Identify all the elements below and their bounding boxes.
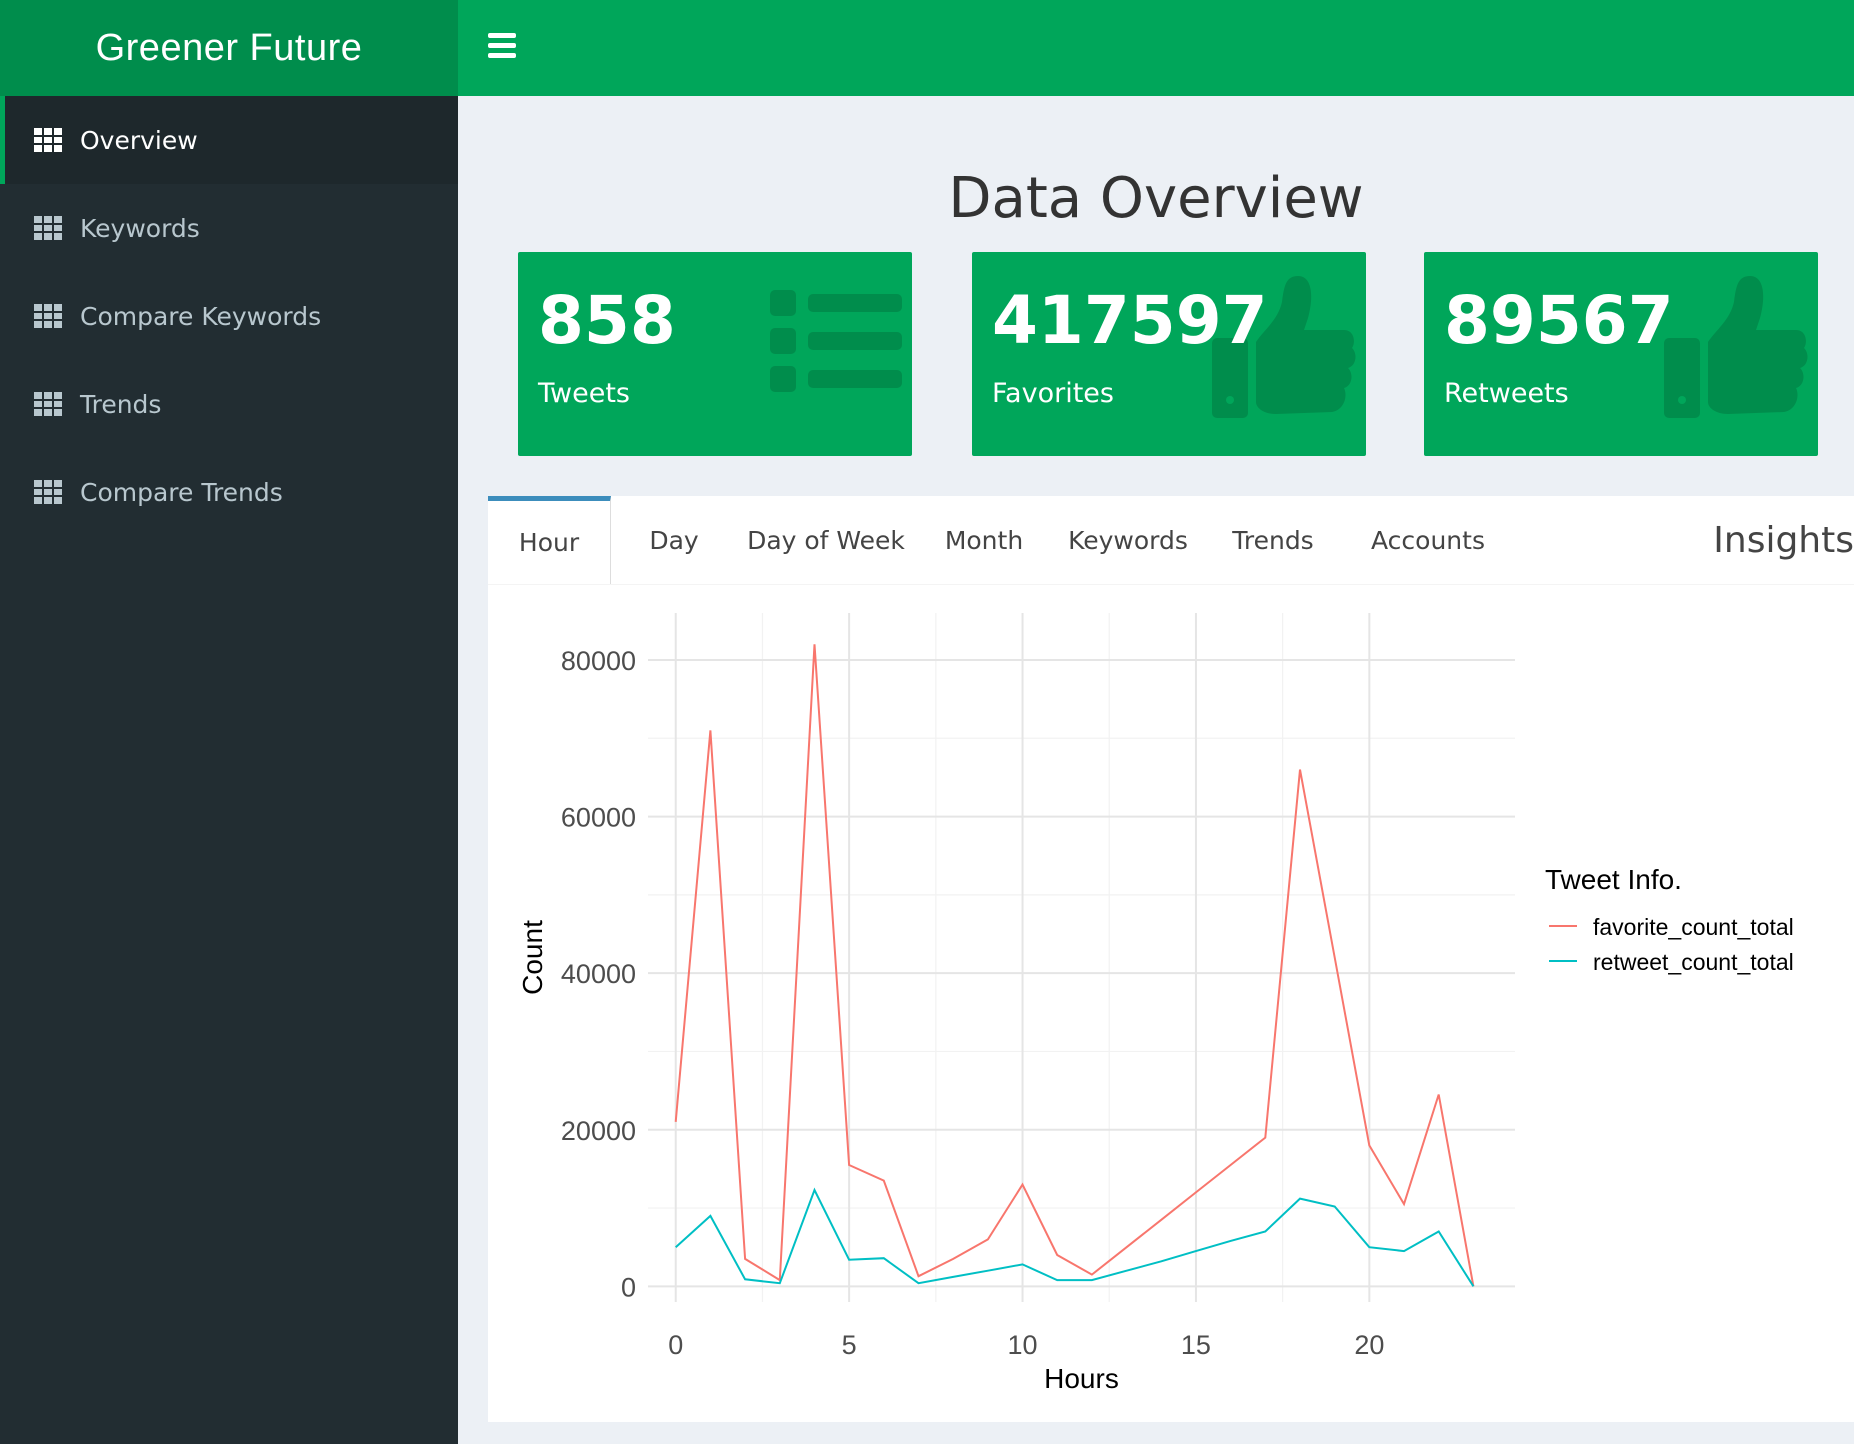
hourly-line-chart: 0 5 10 15 20 0 20000 40000 60000 80000 Hours Count T… — [517, 613, 1794, 1394]
thumbs-up-icon — [1664, 276, 1808, 418]
top-navbar — [458, 0, 1854, 96]
y-tick-label: 20000 — [561, 1116, 636, 1146]
brand-logo[interactable]: Greener Future — [0, 0, 458, 96]
grid-icon — [34, 304, 62, 328]
series-line-retweet-count-total — [675, 1187, 1475, 1287]
grid-icon — [34, 480, 62, 504]
retweets-value-box: 89567 Retweets — [1424, 252, 1818, 456]
x-axis-title: Hours — [1044, 1363, 1119, 1394]
value-box-label: Tweets — [538, 378, 630, 409]
tab-keywords[interactable]: Keywords — [1054, 496, 1202, 584]
sidebar-item-trends[interactable]: Trends — [0, 360, 458, 448]
sidebar-item-label: Compare Trends — [80, 477, 283, 507]
page-title: Data Overview — [948, 166, 1364, 231]
tab-day[interactable]: Day — [610, 496, 738, 584]
grid-icon — [34, 392, 62, 416]
x-tick-label: 0 — [668, 1330, 683, 1360]
sidebar-item-label: Compare Keywords — [80, 301, 322, 331]
tab-accounts[interactable]: Accounts — [1344, 496, 1512, 584]
favorites-value-box: 417597 Favorites — [972, 252, 1366, 456]
tab-trends[interactable]: Trends — [1202, 496, 1344, 584]
sidebar-item-overview[interactable]: Overview — [0, 96, 458, 184]
main-content: Data Overview 858 Tweets 417597 Favorite… — [458, 96, 1854, 1444]
sidebar-item-label: Overview — [80, 125, 198, 155]
sidebar-item-compare-trends[interactable]: Compare Trends — [0, 448, 458, 536]
tweets-value-box: 858 Tweets — [518, 252, 912, 456]
series-line-favorite-count-total — [674, 644, 1475, 1287]
sidebar-item-keywords[interactable]: Keywords — [0, 184, 458, 272]
sidebar-item-compare-keywords[interactable]: Compare Keywords — [0, 272, 458, 360]
legend-label: favorite_count_total — [1593, 914, 1794, 940]
grid-icon — [34, 128, 62, 152]
x-tick-label: 10 — [1008, 1330, 1038, 1360]
value-box-number: 417597 — [992, 282, 1268, 359]
value-box-number: 858 — [538, 282, 676, 359]
insights-tab-box: Hour Day Day of Week Month Keywords Tren… — [488, 496, 1854, 1422]
y-tick-label: 0 — [621, 1272, 636, 1302]
tab-day-of-week[interactable]: Day of Week — [738, 496, 914, 584]
sidebar-toggle-icon[interactable] — [488, 33, 516, 59]
value-box-label: Favorites — [992, 378, 1114, 409]
x-tick-label: 20 — [1354, 1330, 1384, 1360]
grid-icon — [34, 216, 62, 240]
y-tick-label: 40000 — [561, 959, 636, 989]
tab-month[interactable]: Month — [914, 496, 1054, 584]
y-tick-label: 60000 — [561, 803, 636, 833]
tab-hour[interactable]: Hour — [488, 496, 611, 584]
legend-label: retweet_count_total — [1593, 949, 1794, 975]
tabs-title: Insights — [1713, 519, 1854, 561]
value-box-number: 89567 — [1444, 282, 1674, 359]
sidebar-item-label: Trends — [80, 389, 162, 419]
legend-title: Tweet Info. — [1545, 864, 1682, 895]
x-tick-label: 5 — [842, 1330, 857, 1360]
value-box-label: Retweets — [1444, 378, 1569, 409]
x-tick-label: 15 — [1181, 1330, 1211, 1360]
tab-bar: Hour Day Day of Week Month Keywords Tren… — [488, 496, 1854, 585]
sidebar-item-label: Keywords — [80, 213, 200, 243]
list-icon — [770, 290, 902, 392]
y-axis-title: Count — [517, 920, 548, 995]
sidebar: Overview Keywords Compare Keywords Trend… — [0, 96, 458, 1444]
y-tick-label: 80000 — [561, 646, 636, 676]
